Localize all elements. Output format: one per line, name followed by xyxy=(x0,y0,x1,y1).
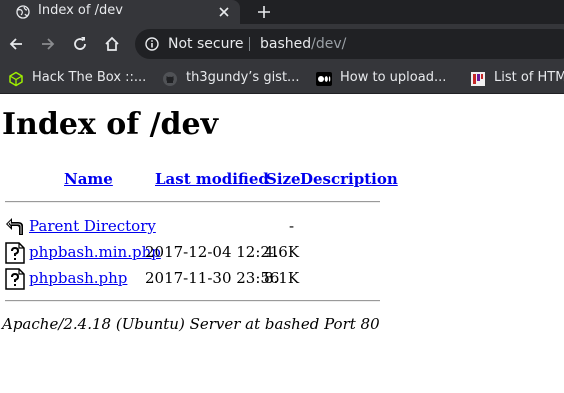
bookmark-label: List of HTML xyxy=(494,70,564,85)
row-size: - xyxy=(289,217,295,235)
hackthebox-cube-icon xyxy=(9,71,23,87)
home-icon[interactable] xyxy=(103,35,121,53)
column-header-name[interactable]: Name xyxy=(64,170,113,188)
row-modified: 2017-12-04 12:21 xyxy=(145,243,280,261)
url-text[interactable]: bashed/dev/ xyxy=(260,36,346,52)
file-link-phpbash[interactable]: phpbash.php xyxy=(29,269,127,287)
back-icon[interactable] xyxy=(7,35,25,53)
footer-divider xyxy=(5,300,380,302)
address-bar[interactable]: Not secure bashed/dev/ xyxy=(135,29,564,59)
not-secure-label[interactable]: Not secure xyxy=(168,36,244,52)
column-header-size[interactable]: Size xyxy=(266,170,301,188)
bookmark-label: th3gundy’s gist... xyxy=(186,70,300,85)
column-header-description[interactable]: Description xyxy=(300,170,398,188)
close-tab-icon[interactable] xyxy=(216,4,232,20)
reload-icon[interactable] xyxy=(71,35,89,53)
forward-icon[interactable] xyxy=(39,35,57,53)
unknown-file-icon xyxy=(5,242,25,264)
server-signature: Apache/2.4.18 (Ubuntu) Server at bashed … xyxy=(2,315,380,333)
url-path: /dev/ xyxy=(311,36,347,52)
browser-toolbar: Not secure bashed/dev/ xyxy=(0,24,564,64)
info-icon[interactable] xyxy=(145,37,159,51)
active-tab[interactable]: Index of /dev xyxy=(0,0,240,24)
url-host: bashed xyxy=(260,36,312,52)
header-divider xyxy=(5,201,380,203)
row-size: 8.1K xyxy=(264,269,300,287)
bookmark-label: Hack The Box ::... xyxy=(32,70,147,85)
back-arrow-icon xyxy=(6,218,23,235)
page-content: Index of /dev Name Last modified Size De… xyxy=(0,95,564,393)
document-bars-icon xyxy=(471,72,485,86)
page-title: Index of /dev xyxy=(2,107,219,142)
row-size: 4.6K xyxy=(264,243,300,261)
tab-title: Index of /dev xyxy=(38,3,123,18)
column-header-last-modified[interactable]: Last modified xyxy=(155,170,269,188)
medium-logo-icon xyxy=(316,72,332,86)
row-modified: 2017-11-30 23:56 xyxy=(145,269,280,287)
new-tab-icon[interactable] xyxy=(255,3,273,21)
bookmarks-bar: Hack The Box ::... th3gundy’s gist... Ho… xyxy=(0,64,564,94)
tab-strip: Index of /dev xyxy=(0,0,564,24)
github-octocat-icon xyxy=(163,72,177,86)
bookmark-label: How to upload... xyxy=(340,70,447,85)
omnibox-divider xyxy=(249,37,250,51)
globe-icon xyxy=(16,5,30,19)
parent-directory-link[interactable]: Parent Directory xyxy=(29,217,156,235)
file-link-phpbash-min[interactable]: phpbash.min.php xyxy=(29,243,161,261)
unknown-file-icon xyxy=(5,268,25,290)
